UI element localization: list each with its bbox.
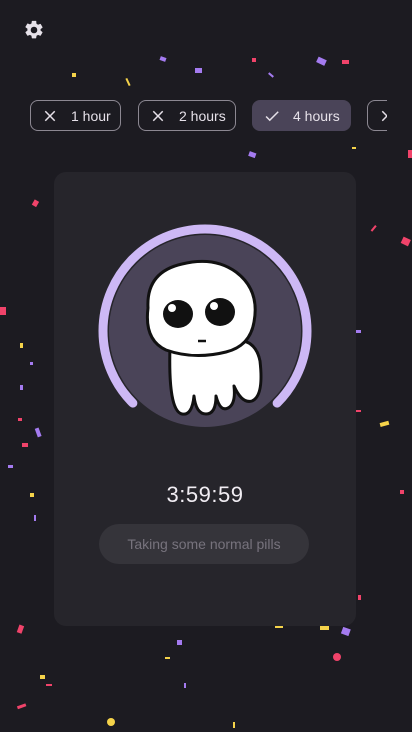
mascot-image [145, 259, 263, 416]
chip-4-hours[interactable]: 4 hours [252, 100, 351, 131]
close-icon [149, 107, 167, 125]
chip-label: 4 hours [293, 107, 340, 124]
settings-button[interactable] [20, 16, 48, 44]
check-icon [263, 107, 281, 125]
close-icon [378, 107, 387, 125]
timer-card: 3:59:59 Taking some normal pills [54, 172, 356, 626]
chip-1-hour[interactable]: 1 hour [30, 100, 121, 131]
chip-label: 1 hour [71, 107, 111, 124]
close-icon [41, 107, 59, 125]
chip-more[interactable] [367, 100, 387, 131]
chip-label: 2 hours [179, 107, 226, 124]
status-button[interactable]: Taking some normal pills [99, 524, 309, 564]
duration-chip-row: 1 hour 2 hours 4 hours [30, 100, 387, 133]
chip-2-hours[interactable]: 2 hours [138, 100, 236, 131]
status-button-label: Taking some normal pills [127, 536, 281, 552]
gear-icon [25, 20, 43, 39]
countdown-timer: 3:59:59 [166, 482, 244, 507]
